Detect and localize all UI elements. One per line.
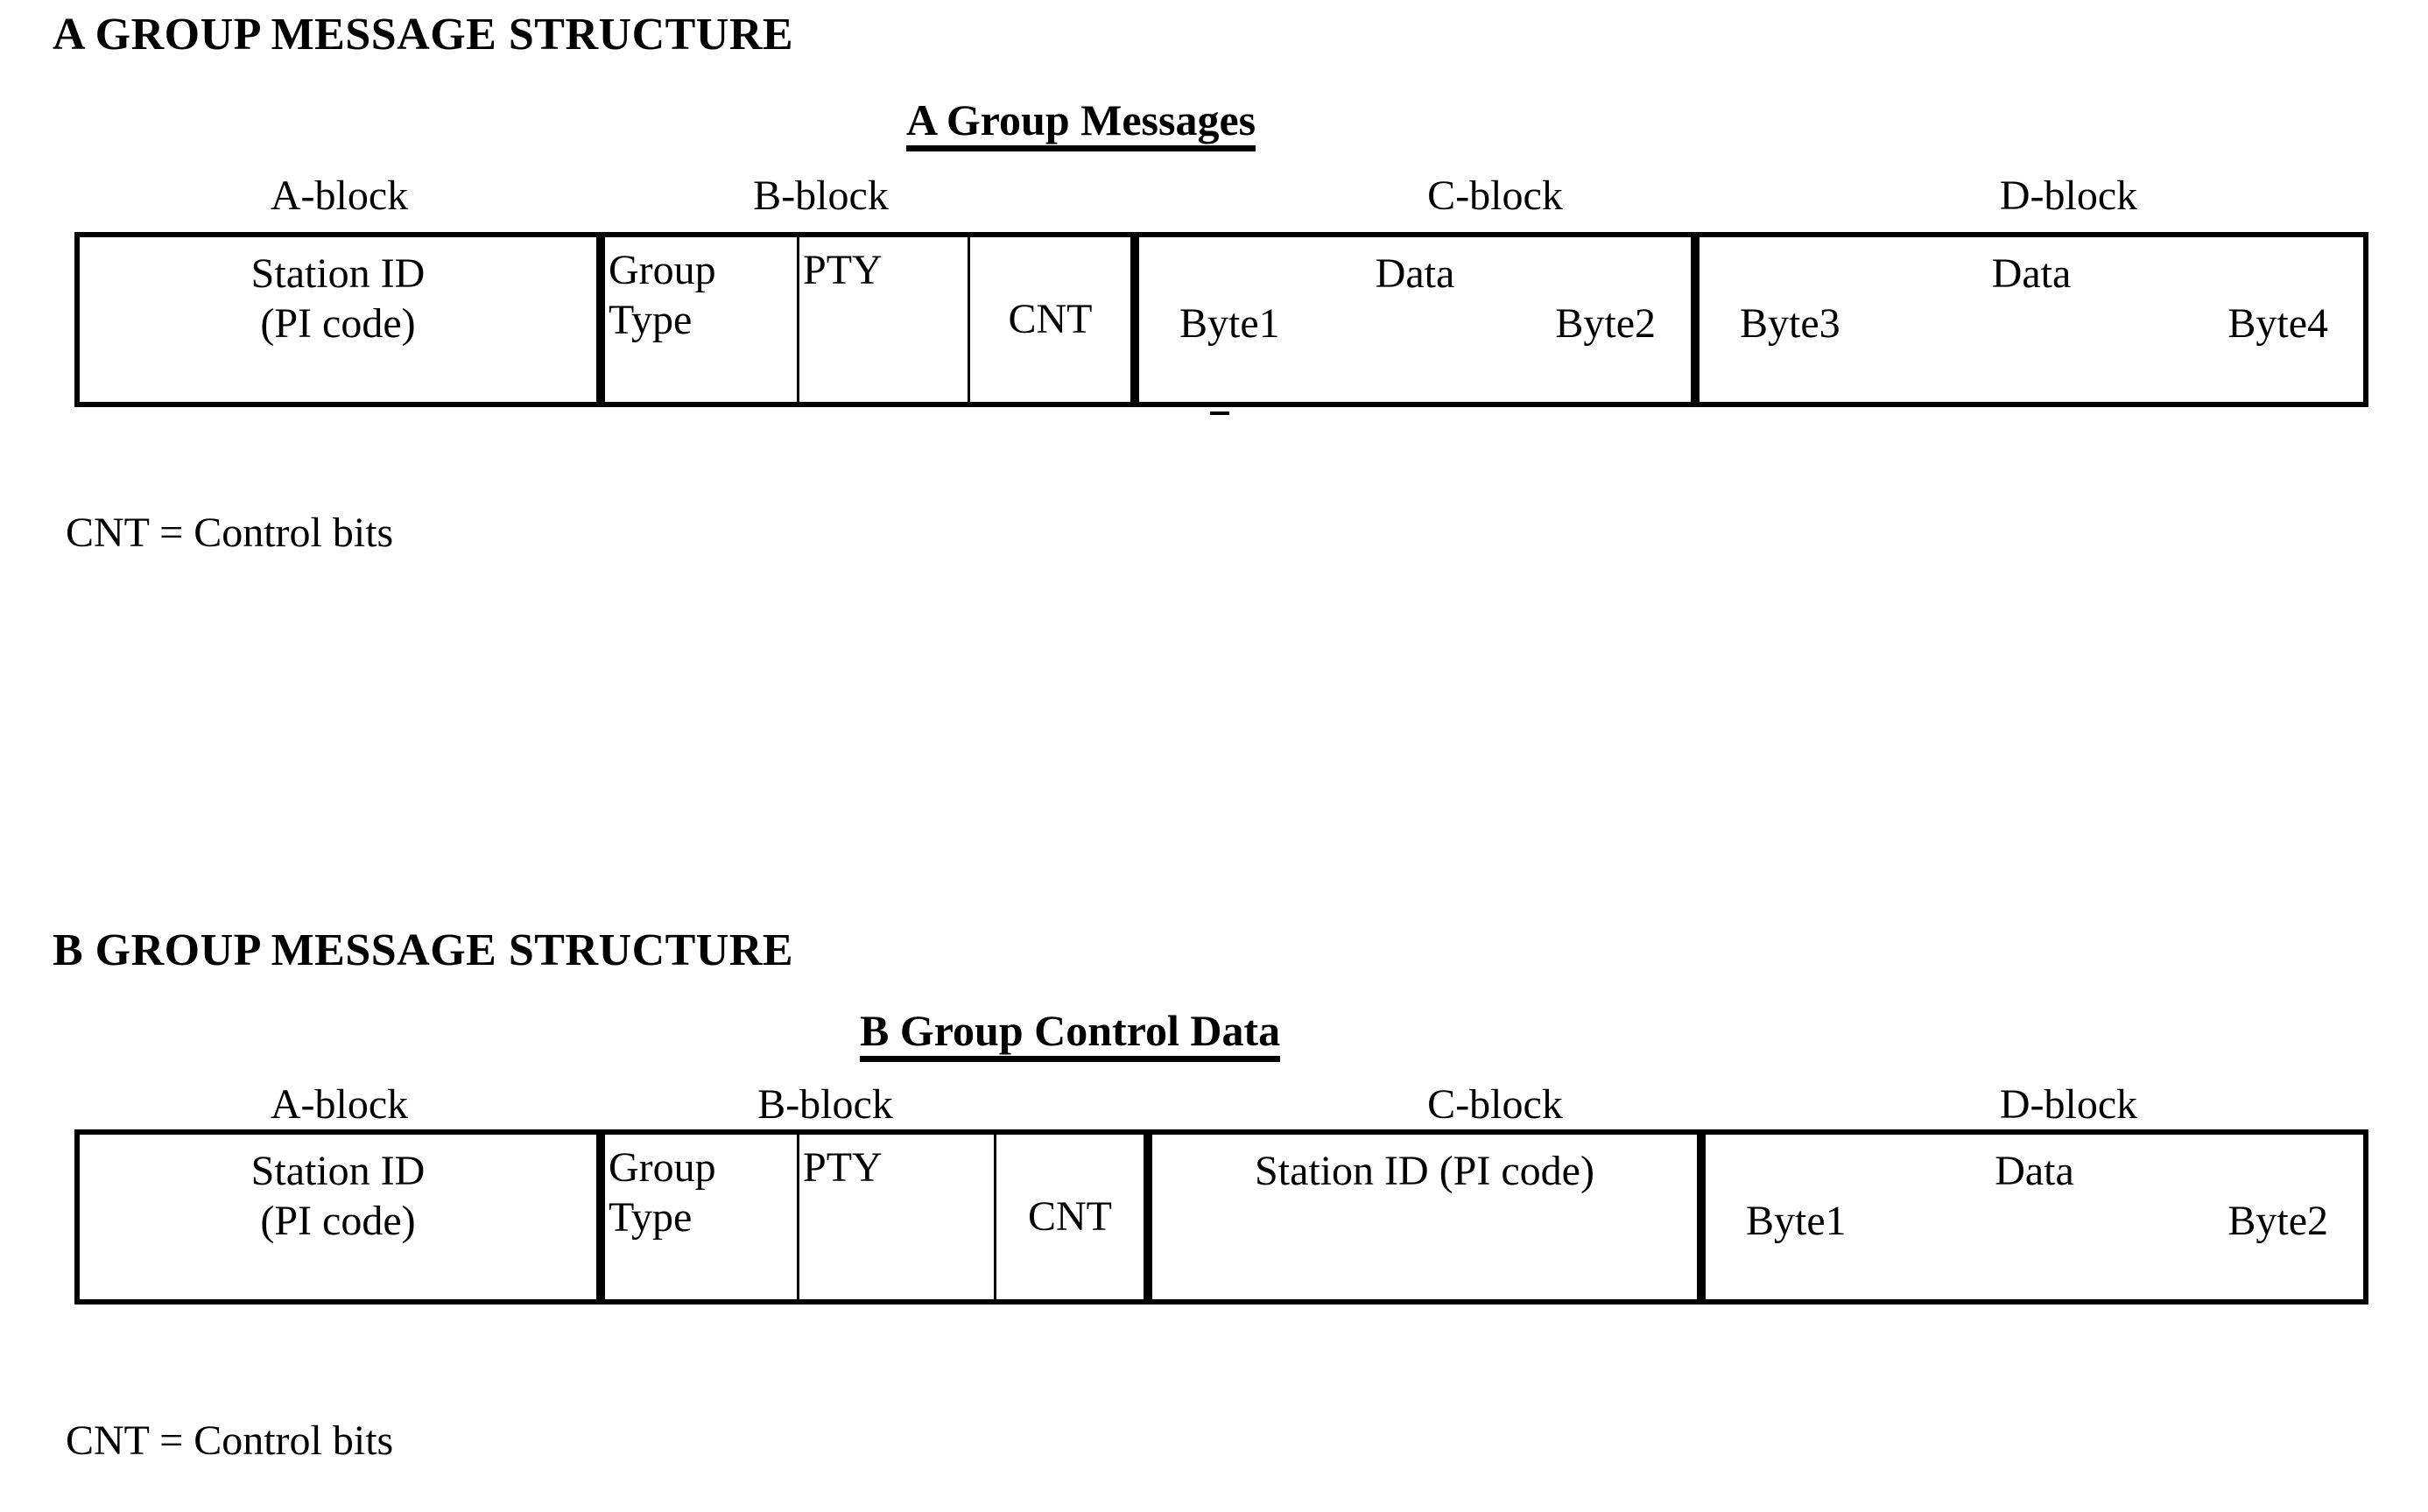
cell-a-cnt: CNT <box>970 237 1139 402</box>
cell-b-pty-line1: PTY <box>803 1144 883 1191</box>
table-a-caption: A Group Messages <box>906 98 1256 151</box>
cell-a-group-type-line1: Group <box>609 247 716 293</box>
table-a-block-label-a: A-block <box>270 172 409 219</box>
cell-a-d-block-byte-left: Byte3 <box>1740 299 1840 347</box>
cell-b-station-id-line2: (PI code) <box>260 1197 416 1244</box>
cell-b-d-block-byte-right: Byte2 <box>2227 1197 2328 1244</box>
cell-a-cnt-label: CNT <box>1008 295 1093 342</box>
cell-a-station-id: Station ID (PI code) <box>80 237 605 402</box>
cell-b-d-block-data: Data Byte1 Byte2 <box>1706 1135 2363 1299</box>
cell-a-pty: PTY <box>799 237 970 402</box>
cell-a-c-block-byte-right: Byte2 <box>1555 299 1656 347</box>
table-b-block-label-d: D-block <box>1999 1081 2138 1128</box>
cell-b-d-block-title: Data <box>1995 1148 2074 1194</box>
cell-b-group-type-line1: Group <box>609 1144 716 1191</box>
table-a-block-label-c: C-block <box>1427 172 1563 219</box>
a-group-message-table: Station ID (PI code) Group Type PTY CNT … <box>74 232 2368 407</box>
table-b-block-label-b: B-block <box>757 1081 893 1128</box>
cell-b-c-block-station-id-label: Station ID (PI code) <box>1255 1148 1594 1194</box>
cell-a-group-type: Group Type <box>605 237 799 402</box>
cell-a-station-id-line2: (PI code) <box>260 299 416 347</box>
table-b-block-label-a: A-block <box>270 1081 409 1128</box>
cell-a-pty-line1: PTY <box>803 247 883 293</box>
cell-b-group-type: Group Type <box>605 1135 799 1299</box>
cell-a-group-type-line2: Type <box>609 296 693 343</box>
cell-a-d-block-title: Data <box>1991 250 2072 297</box>
cell-a-d-block-data: Data Byte3 Byte4 <box>1700 237 2363 402</box>
table-a-block-label-d: D-block <box>1999 172 2138 219</box>
cell-a-station-id-line1: Station ID <box>250 250 426 297</box>
b-group-control-data-table: Station ID (PI code) Group Type PTY CNT … <box>74 1129 2368 1305</box>
table-a-block-label-b: B-block <box>753 172 889 219</box>
section-b-heading: B GROUP MESSAGE STRUCTURE <box>53 925 794 975</box>
cell-a-c-block-title: Data <box>1375 250 1455 297</box>
cell-b-c-block-station-id: Station ID (PI code) <box>1152 1135 1706 1299</box>
cell-b-group-type-line2: Type <box>609 1193 693 1241</box>
section-a-heading: A GROUP MESSAGE STRUCTURE <box>53 10 794 60</box>
table-a-caption-wrap: A Group Messages <box>906 98 1256 151</box>
cell-b-cnt: CNT <box>996 1135 1152 1299</box>
legend-b-control-bits: CNT = Control bits <box>66 1417 394 1464</box>
cell-b-cnt-label: CNT <box>1028 1192 1112 1240</box>
cell-a-c-block-data: Data Byte1 Byte2 <box>1139 237 1700 402</box>
cell-b-d-block-byte-left: Byte1 <box>1746 1197 1847 1244</box>
table-b-caption: B Group Control Data <box>860 1009 1281 1062</box>
cell-a-c-block-byte-left: Byte1 <box>1179 299 1280 347</box>
cell-b-station-id: Station ID (PI code) <box>80 1135 605 1299</box>
cell-b-pty: PTY <box>799 1135 996 1299</box>
table-b-block-label-c: C-block <box>1427 1081 1563 1128</box>
cell-b-station-id-line1: Station ID <box>250 1148 426 1194</box>
legend-a-control-bits: CNT = Control bits <box>66 510 394 556</box>
scan-artifact-tick <box>1210 411 1229 415</box>
table-b-caption-wrap: B Group Control Data <box>860 1009 1281 1062</box>
cell-a-d-block-byte-right: Byte4 <box>2227 299 2328 347</box>
